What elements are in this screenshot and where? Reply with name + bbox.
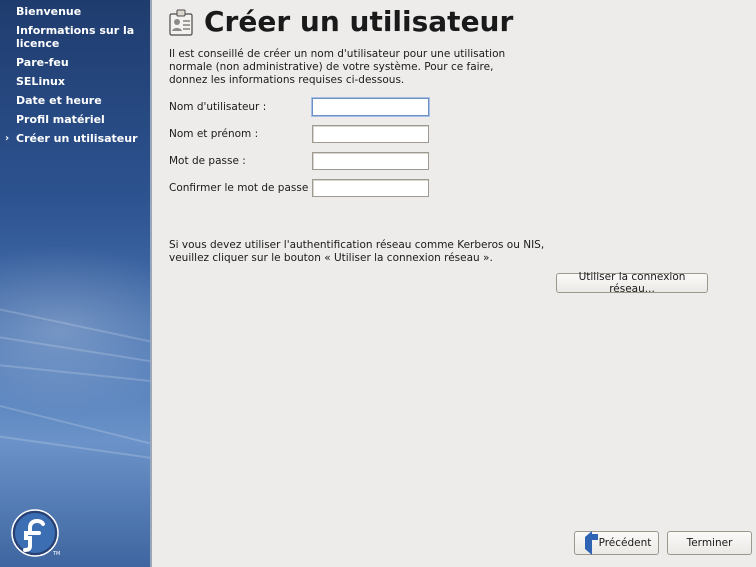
trademark-mark: TM: [53, 551, 61, 557]
step-label: Profil matériel: [16, 113, 105, 126]
step-item-creer-utilisateur: › Créer un utilisateur: [0, 131, 150, 146]
step-list: Bienvenue Informations sur la licence Pa…: [0, 4, 150, 150]
step-label: Créer un utilisateur: [16, 132, 138, 145]
finish-button-label: Terminer: [686, 537, 733, 549]
step-item-selinux: SELinux: [0, 74, 150, 89]
sidebar-decoration: [0, 360, 150, 390]
step-label: SELinux: [16, 75, 65, 88]
step-item-profil-materiel: Profil matériel: [0, 112, 150, 127]
sidebar-decoration: [0, 395, 150, 460]
step-item-bienvenue: Bienvenue: [0, 4, 150, 19]
sidebar: Bienvenue Informations sur la licence Pa…: [0, 0, 150, 567]
step-label: Pare-feu: [16, 56, 69, 69]
back-button[interactable]: Précédent: [574, 531, 659, 555]
back-button-label: Précédent: [598, 537, 652, 549]
step-label: Date et heure: [16, 94, 102, 107]
intro-text: Il est conseillé de créer un nom d'utili…: [169, 48, 506, 86]
page-title: Créer un utilisateur: [204, 5, 514, 38]
finish-button[interactable]: Terminer: [667, 531, 752, 555]
main-panel: Créer un utilisateur Il est conseillé de…: [152, 0, 756, 567]
username-input[interactable]: [312, 98, 429, 116]
fedora-logo-icon: [11, 509, 59, 557]
step-item-licence: Informations sur la licence: [0, 23, 150, 51]
current-step-arrow-icon: ›: [5, 133, 10, 144]
step-label: Bienvenue: [16, 5, 82, 18]
password-label: Mot de passe :: [169, 155, 246, 167]
confirm-password-input[interactable]: [312, 179, 429, 197]
step-item-date-heure: Date et heure: [0, 93, 150, 108]
password-input[interactable]: [312, 152, 429, 170]
user-card-icon: [169, 9, 193, 36]
fullname-label: Nom et prénom :: [169, 128, 259, 140]
fullname-input[interactable]: [312, 125, 429, 143]
confirm-password-label: Confirmer le mot de passe :: [169, 182, 316, 194]
step-label: Informations sur la licence: [16, 24, 135, 50]
back-arrow-icon: [582, 531, 596, 555]
step-item-pare-feu: Pare-feu: [0, 55, 150, 70]
username-label: Nom d'utilisateur :: [169, 101, 267, 113]
network-auth-text: Si vous devez utiliser l'authentificatio…: [169, 239, 545, 264]
use-network-login-button[interactable]: Utiliser la connexion réseau...: [556, 271, 708, 295]
